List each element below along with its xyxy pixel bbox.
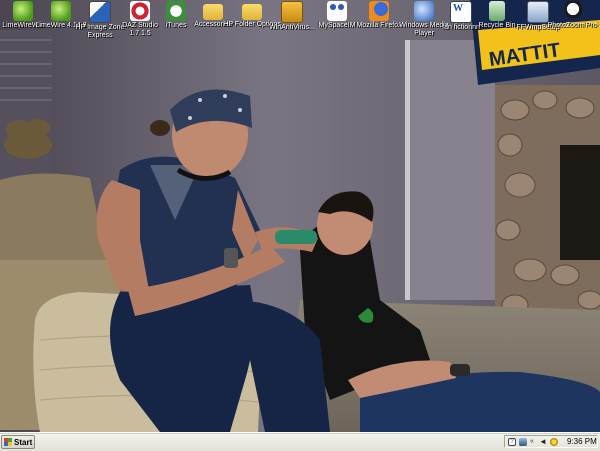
limewire-icon <box>51 1 71 21</box>
system-tray: ? « ◄ 9:36 PM <box>504 435 598 448</box>
clock[interactable]: 9:36 PM <box>567 437 597 446</box>
photozoom-icon <box>565 1 585 21</box>
start-button[interactable]: Start <box>1 435 35 449</box>
myspaceim-icon <box>327 1 347 21</box>
firefox-icon <box>369 1 389 21</box>
folder-icon <box>242 4 262 20</box>
desktop-icon-label: PhotoZoom Pro 2 <box>547 22 600 29</box>
chevron-left-icon[interactable]: « <box>530 438 536 446</box>
start-label: Start <box>14 437 33 447</box>
itunes-icon <box>166 1 186 21</box>
volume-icon[interactable]: ◄ <box>539 437 547 446</box>
taskbar: Start ? « ◄ 9:36 PM <box>0 432 600 451</box>
limewire-icon <box>13 1 33 21</box>
windows-logo-icon <box>4 438 12 446</box>
desktop-icon-photozoom-pro[interactable]: PhotoZoom Pro 2 <box>546 1 600 30</box>
windows-media-player-icon <box>414 1 434 21</box>
winantivirus-icon <box>281 1 303 23</box>
network-icon[interactable] <box>519 437 527 446</box>
desktop-wallpaper: MATTIT <box>0 0 600 432</box>
folder-icon <box>203 4 223 20</box>
hp-image-zone-icon <box>89 1 111 23</box>
recycle-bin-icon <box>489 1 505 21</box>
help-icon[interactable]: ? <box>508 437 516 446</box>
security-shield-icon[interactable] <box>550 437 558 446</box>
